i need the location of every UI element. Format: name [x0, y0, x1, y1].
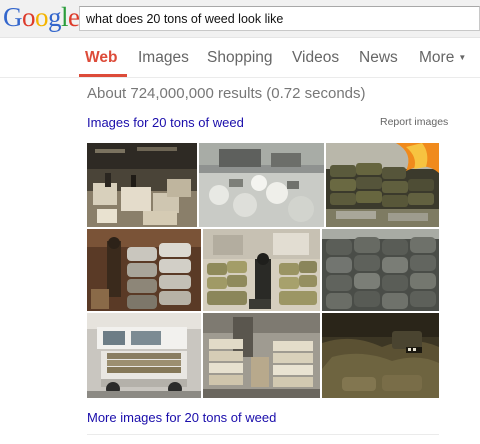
images-for-query-link[interactable]: Images for 20 tons of weed [87, 115, 244, 130]
tab-more-label: More [419, 49, 455, 66]
logo-letter: G [3, 2, 23, 32]
chevron-down-icon: ▼ [458, 53, 467, 63]
tab-images[interactable]: Images [138, 49, 189, 67]
tab-more[interactable]: More ▼ [419, 49, 466, 67]
tab-news[interactable]: News [359, 49, 398, 67]
image-thumbnail[interactable] [322, 313, 439, 398]
search-tabs: Web Images Shopping Videos News More ▼ [0, 38, 480, 78]
image-thumbnail[interactable] [87, 143, 197, 227]
tab-shopping[interactable]: Shopping [207, 49, 273, 67]
image-thumbnail[interactable] [87, 313, 201, 398]
search-box[interactable] [79, 6, 480, 31]
image-thumbnail[interactable] [203, 229, 320, 311]
logo-letter: g [48, 2, 62, 32]
logo-letter: o [22, 2, 36, 32]
image-thumbnail[interactable] [199, 143, 324, 227]
active-tab-indicator [79, 74, 127, 77]
report-images-link[interactable]: Report images [380, 116, 448, 128]
results-count: About 724,000,000 results (0.72 seconds) [87, 85, 366, 102]
search-input[interactable] [80, 7, 479, 30]
logo-letter: l [61, 2, 69, 32]
header-bar: Google [0, 0, 480, 38]
logo-letter: o [35, 2, 49, 32]
image-thumbnail[interactable] [322, 229, 439, 311]
tab-web[interactable]: Web [85, 49, 117, 67]
google-logo[interactable]: Google [3, 2, 80, 32]
image-thumbnail[interactable] [203, 313, 320, 398]
image-thumbnail[interactable] [87, 229, 201, 311]
more-images-link[interactable]: More images for 20 tons of weed [87, 410, 276, 425]
divider [87, 434, 439, 435]
image-thumbnail[interactable] [326, 143, 439, 227]
tab-videos[interactable]: Videos [292, 49, 339, 67]
logo-letter: e [68, 2, 80, 32]
